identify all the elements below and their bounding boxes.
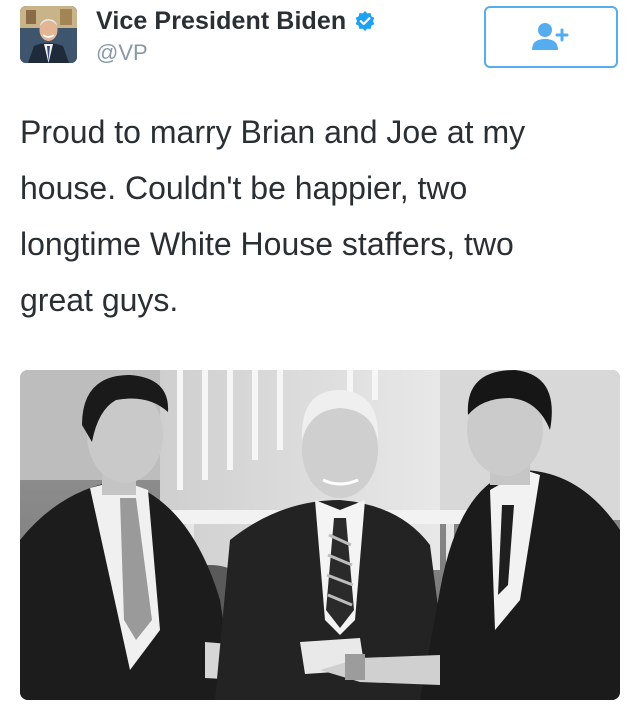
follow-button[interactable] <box>484 6 618 68</box>
add-user-icon <box>532 23 569 50</box>
wedding-photo <box>20 370 620 700</box>
avatar[interactable] <box>20 6 77 63</box>
display-name[interactable]: Vice President Biden <box>96 7 346 36</box>
profile-photo-icon <box>20 6 77 63</box>
tweet-text: Proud to marry Brian and Joe at my house… <box>20 114 526 318</box>
verified-badge-icon <box>354 10 376 32</box>
user-handle[interactable]: @VP <box>96 40 148 66</box>
tweet-photo[interactable] <box>20 370 620 700</box>
tweet-card: Vice President Biden @VP Proud to marry … <box>0 0 640 712</box>
name-row: Vice President Biden <box>96 6 376 36</box>
